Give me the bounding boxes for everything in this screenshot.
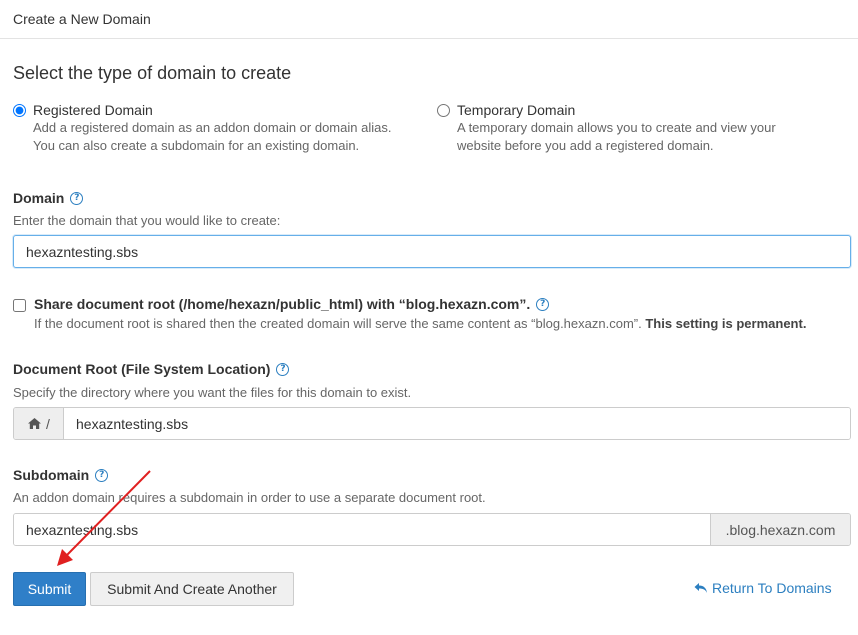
subdomain-input[interactable] [14, 514, 710, 545]
document-root-label: Document Root (File System Location) [13, 361, 271, 377]
share-document-root-checkbox[interactable] [13, 299, 26, 312]
return-to-domains-link[interactable]: Return To Domains [694, 580, 832, 596]
domain-input[interactable] [13, 235, 851, 268]
radio-temporary-domain[interactable] [437, 104, 450, 117]
subdomain-label: Subdomain [13, 467, 90, 483]
share-document-root-desc: If the document root is shared then the … [34, 316, 806, 331]
return-to-domains-label[interactable]: Return To Domains [712, 580, 832, 596]
domain-label-row: Domain ? [13, 190, 84, 206]
submit-and-create-another-button[interactable]: Submit And Create Another [90, 572, 294, 606]
section-title: Select the type of domain to create [13, 63, 292, 83]
subdomain-suffix: .blog.hexazn.com [710, 514, 850, 545]
radio-temporary-domain-desc-2: website before you add a registered doma… [457, 138, 714, 153]
document-root-label-row: Document Root (File System Location) ? [13, 361, 290, 377]
subdomain-label-row: Subdomain ? [13, 467, 109, 483]
document-root-input[interactable] [64, 408, 850, 439]
home-icon [28, 418, 42, 429]
share-root-permanent-note: This setting is permanent. [645, 316, 807, 331]
radio-registered-domain-label[interactable]: Registered Domain [33, 101, 391, 119]
subdomain-input-group: .blog.hexazn.com [13, 513, 851, 546]
radio-registered-domain-desc-1: Add a registered domain as an addon doma… [33, 120, 392, 135]
reply-arrow-icon [694, 583, 707, 593]
domain-help-icon[interactable]: ? [70, 191, 84, 205]
page-header: Create a New Domain [0, 0, 858, 39]
domain-help-text: Enter the domain that you would like to … [13, 213, 281, 228]
subdomain-help-text: An addon domain requires a subdomain in … [13, 490, 486, 505]
radio-registered-domain-option[interactable]: Registered Domain Add a registered domai… [13, 101, 391, 155]
share-document-root-option: Share document root (/home/hexazn/public… [13, 296, 806, 331]
radio-registered-domain[interactable] [13, 104, 26, 117]
document-root-prefix: / [14, 408, 64, 439]
radio-temporary-domain-label[interactable]: Temporary Domain [457, 101, 776, 119]
radio-registered-domain-desc-2: You can also create a subdomain for an e… [33, 138, 360, 153]
radio-temporary-domain-desc-1: A temporary domain allows you to create … [457, 120, 776, 135]
share-root-help-icon[interactable]: ? [536, 297, 550, 311]
document-root-help-text: Specify the directory where you want the… [13, 385, 412, 400]
share-root-desc-text: If the document root is shared then the … [34, 316, 642, 331]
domain-label: Domain [13, 190, 65, 206]
subdomain-help-icon[interactable]: ? [95, 468, 109, 482]
page-title: Create a New Domain [13, 11, 151, 27]
radio-temporary-domain-option[interactable]: Temporary Domain A temporary domain allo… [437, 101, 776, 155]
document-root-input-group: / [13, 407, 851, 440]
document-root-prefix-slash: / [46, 415, 50, 432]
submit-button[interactable]: Submit [13, 572, 86, 606]
document-root-help-icon[interactable]: ? [276, 362, 290, 376]
share-document-root-label[interactable]: Share document root (/home/hexazn/public… [34, 296, 530, 312]
